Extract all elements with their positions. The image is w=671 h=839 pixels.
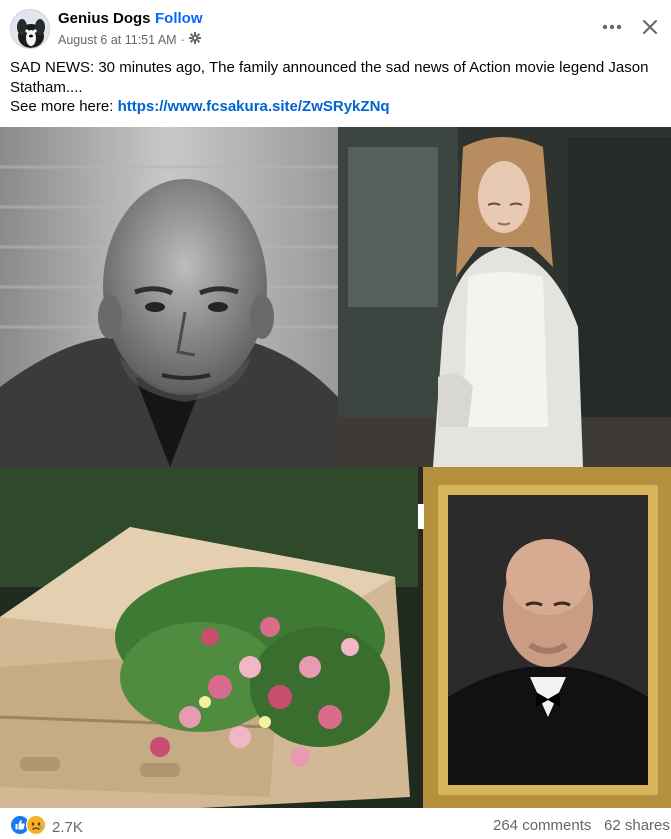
post-footer: 2.7K 264 comments 62 shares: [0, 810, 671, 839]
post-timestamp[interactable]: August 6 at 11:51 AM: [58, 33, 177, 47]
follow-button[interactable]: Follow: [155, 10, 203, 27]
shares-count-link[interactable]: 62 shares: [604, 817, 670, 834]
woman-walking-image: [338, 127, 671, 467]
sad-icon: [26, 815, 46, 839]
comments-count-link[interactable]: 264 comments: [493, 817, 591, 834]
name-separator: ·: [146, 10, 151, 27]
close-icon[interactable]: [636, 13, 664, 41]
post-image-collage[interactable]: [0, 127, 671, 808]
meta-separator: ·: [180, 32, 185, 47]
caption-text: SAD NEWS: 30 minutes ago, The family ann…: [10, 59, 649, 96]
framed-portrait-image: [418, 467, 671, 808]
bw-portrait-image: [0, 127, 338, 467]
page-name-link[interactable]: Genius Dogs: [58, 10, 151, 27]
see-more-prefix: See more here:: [10, 98, 118, 115]
page-avatar[interactable]: [10, 9, 50, 49]
caption-link[interactable]: https://www.fcsakura.site/ZwSRykZNq: [118, 98, 390, 115]
post-meta: August 6 at 11:51 AM ·: [58, 32, 201, 47]
post-caption: SAD NEWS: 30 minutes ago, The family ann…: [10, 58, 660, 117]
more-dots-icon[interactable]: [598, 13, 626, 41]
cross-icon: [418, 504, 424, 529]
reaction-count: 2.7K: [52, 819, 83, 836]
facebook-post: Genius Dogs · Follow August 6 at 11:51 A…: [0, 0, 671, 839]
post-header: Genius Dogs · Follow August 6 at 11:51 A…: [0, 0, 671, 54]
settings-gear-icon[interactable]: [188, 32, 201, 47]
flower-casket-image: [0, 467, 418, 808]
reactions-summary[interactable]: 2.7K: [10, 815, 83, 839]
